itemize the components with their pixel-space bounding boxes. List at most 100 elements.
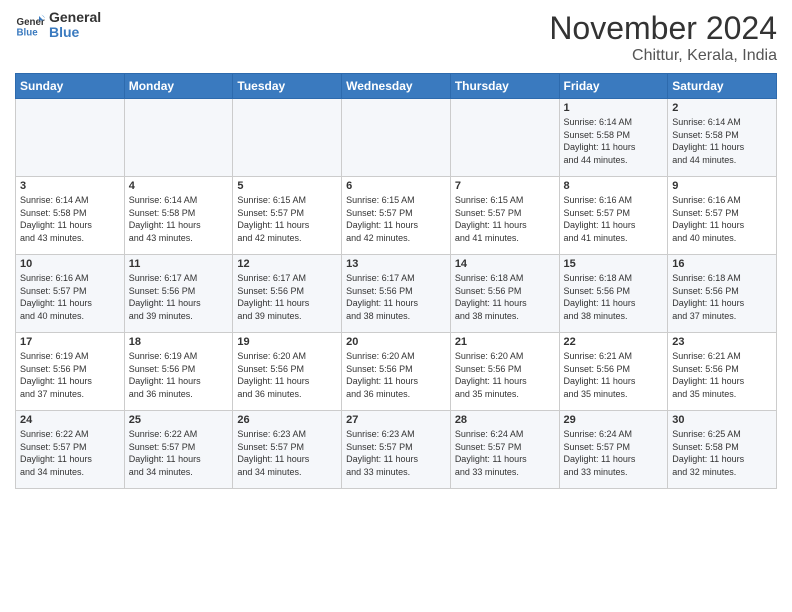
- day-number: 13: [346, 258, 446, 270]
- day-number: 30: [672, 414, 772, 426]
- logo-icon: General Blue: [15, 10, 45, 40]
- day-cell: 14Sunrise: 6:18 AMSunset: 5:56 PMDayligh…: [450, 255, 559, 333]
- day-info: Sunrise: 6:16 AMSunset: 5:57 PMDaylight:…: [564, 194, 664, 244]
- calendar-header: Sunday Monday Tuesday Wednesday Thursday…: [16, 74, 777, 99]
- calendar-table: Sunday Monday Tuesday Wednesday Thursday…: [15, 73, 777, 489]
- day-number: 14: [455, 258, 555, 270]
- day-info: Sunrise: 6:19 AMSunset: 5:56 PMDaylight:…: [20, 350, 120, 400]
- day-number: 28: [455, 414, 555, 426]
- day-cell: 9Sunrise: 6:16 AMSunset: 5:57 PMDaylight…: [668, 177, 777, 255]
- day-cell: 27 Sunrise: 6:23 AMSunset: 5:57 PMDayligh…: [342, 411, 451, 489]
- col-saturday: Saturday: [668, 74, 777, 99]
- day-cell: 25 Sunrise: 6:22 AMSunset: 5:57 PMDayligh…: [124, 411, 233, 489]
- header-row: Sunday Monday Tuesday Wednesday Thursday…: [16, 74, 777, 99]
- day-cell: [342, 99, 451, 177]
- day-number: 29: [564, 414, 664, 426]
- day-cell: 6Sunrise: 6:15 AMSunset: 5:57 PMDaylight…: [342, 177, 451, 255]
- day-cell: 20Sunrise: 6:20 AMSunset: 5:56 PMDayligh…: [342, 333, 451, 411]
- day-info: Sunrise: 6:17 AMSunset: 5:56 PMDaylight:…: [237, 272, 337, 322]
- day-info: Sunrise: 6:17 AMSunset: 5:56 PMDaylight:…: [129, 272, 229, 322]
- col-sunday: Sunday: [16, 74, 125, 99]
- day-number: 8: [564, 180, 664, 192]
- day-cell: 19 Sunrise: 6:20 AMSunset: 5:56 PMDayligh…: [233, 333, 342, 411]
- day-cell: 28 Sunrise: 6:24 AMSunset: 5:57 PMDayligh…: [450, 411, 559, 489]
- day-number: 26: [237, 414, 337, 426]
- week-row-3: 10 Sunrise: 6:16 AMSunset: 5:57 PMDayligh…: [16, 255, 777, 333]
- day-number: 6: [346, 180, 446, 192]
- day-cell: 16 Sunrise: 6:18 AMSunset: 5:56 PMDayligh…: [668, 255, 777, 333]
- day-info: Sunrise: 6:24 AMSunset: 5:57 PMDaylight:…: [455, 428, 555, 478]
- day-info: Sunrise: 6:21 AMSunset: 5:56 PMDaylight:…: [672, 350, 772, 400]
- day-info: Sunrise: 6:18 AMSunset: 5:56 PMDaylight:…: [672, 272, 772, 322]
- day-info: Sunrise: 6:14 AMSunset: 5:58 PMDaylight:…: [564, 116, 664, 166]
- day-number: 16: [672, 258, 772, 270]
- svg-text:Blue: Blue: [17, 28, 39, 39]
- day-number: 20: [346, 336, 446, 348]
- day-info: Sunrise: 6:25 AMSunset: 5:58 PMDaylight:…: [672, 428, 772, 478]
- day-info: Sunrise: 6:18 AMSunset: 5:56 PMDaylight:…: [564, 272, 664, 322]
- day-number: 11: [129, 258, 229, 270]
- day-cell: 12Sunrise: 6:17 AMSunset: 5:56 PMDayligh…: [233, 255, 342, 333]
- day-info: Sunrise: 6:16 AMSunset: 5:57 PMDaylight:…: [20, 272, 120, 322]
- day-number: 27: [346, 414, 446, 426]
- col-monday: Monday: [124, 74, 233, 99]
- col-wednesday: Wednesday: [342, 74, 451, 99]
- day-number: 7: [455, 180, 555, 192]
- day-cell: 13 Sunrise: 6:17 AMSunset: 5:56 PMDayligh…: [342, 255, 451, 333]
- day-cell: 17Sunrise: 6:19 AMSunset: 5:56 PMDayligh…: [16, 333, 125, 411]
- day-info: Sunrise: 6:17 AMSunset: 5:56 PMDaylight:…: [346, 272, 446, 322]
- day-number: 10: [20, 258, 120, 270]
- day-cell: 26 Sunrise: 6:23 AMSunset: 5:57 PMDayligh…: [233, 411, 342, 489]
- day-info: Sunrise: 6:22 AMSunset: 5:57 PMDaylight:…: [129, 428, 229, 478]
- day-cell: 21 Sunrise: 6:20 AMSunset: 5:56 PMDayligh…: [450, 333, 559, 411]
- day-cell: 3Sunrise: 6:14 AMSunset: 5:58 PMDaylight…: [16, 177, 125, 255]
- header: General Blue General Blue November 2024 …: [15, 10, 777, 65]
- col-tuesday: Tuesday: [233, 74, 342, 99]
- day-cell: 2 Sunrise: 6:14 AMSunset: 5:58 PMDaylight…: [668, 99, 777, 177]
- day-number: 19: [237, 336, 337, 348]
- day-number: 3: [20, 180, 120, 192]
- day-number: 22: [564, 336, 664, 348]
- day-info: Sunrise: 6:21 AMSunset: 5:56 PMDaylight:…: [564, 350, 664, 400]
- day-number: 9: [672, 180, 772, 192]
- day-info: Sunrise: 6:23 AMSunset: 5:57 PMDaylight:…: [237, 428, 337, 478]
- day-cell: 15Sunrise: 6:18 AMSunset: 5:56 PMDayligh…: [559, 255, 668, 333]
- day-info: Sunrise: 6:15 AMSunset: 5:57 PMDaylight:…: [237, 194, 337, 244]
- day-cell: 18 Sunrise: 6:19 AMSunset: 5:56 PMDayligh…: [124, 333, 233, 411]
- day-number: 18: [129, 336, 229, 348]
- week-row-1: 1 Sunrise: 6:14 AMSunset: 5:58 PMDaylight…: [16, 99, 777, 177]
- day-info: Sunrise: 6:14 AMSunset: 5:58 PMDaylight:…: [129, 194, 229, 244]
- day-info: Sunrise: 6:22 AMSunset: 5:57 PMDaylight:…: [20, 428, 120, 478]
- day-info: Sunrise: 6:14 AMSunset: 5:58 PMDaylight:…: [672, 116, 772, 166]
- logo-line2: Blue: [49, 25, 101, 40]
- calendar-body: 1 Sunrise: 6:14 AMSunset: 5:58 PMDaylight…: [16, 99, 777, 489]
- location: Chittur, Kerala, India: [549, 47, 777, 65]
- day-cell: [450, 99, 559, 177]
- day-number: 24: [20, 414, 120, 426]
- day-info: Sunrise: 6:23 AMSunset: 5:57 PMDaylight:…: [346, 428, 446, 478]
- day-number: 21: [455, 336, 555, 348]
- day-cell: 11 Sunrise: 6:17 AMSunset: 5:56 PMDayligh…: [124, 255, 233, 333]
- day-cell: 8 Sunrise: 6:16 AMSunset: 5:57 PMDaylight…: [559, 177, 668, 255]
- week-row-2: 3 Sunrise: 6:14 AMSunset: 5:58 PMDaylight…: [16, 177, 777, 255]
- day-info: Sunrise: 6:20 AMSunset: 5:56 PMDaylight:…: [237, 350, 337, 400]
- day-cell: 24 Sunrise: 6:22 AMSunset: 5:57 PMDayligh…: [16, 411, 125, 489]
- day-number: 2: [672, 102, 772, 114]
- day-number: 4: [129, 180, 229, 192]
- col-thursday: Thursday: [450, 74, 559, 99]
- week-row-4: 17Sunrise: 6:19 AMSunset: 5:56 PMDayligh…: [16, 333, 777, 411]
- day-info: Sunrise: 6:19 AMSunset: 5:56 PMDaylight:…: [129, 350, 229, 400]
- logo-line1: General: [49, 10, 101, 25]
- day-cell: 5 Sunrise: 6:15 AMSunset: 5:57 PMDaylight…: [233, 177, 342, 255]
- day-number: 25: [129, 414, 229, 426]
- day-number: 1: [564, 102, 664, 114]
- day-cell: [16, 99, 125, 177]
- day-cell: 30 Sunrise: 6:25 AMSunset: 5:58 PMDayligh…: [668, 411, 777, 489]
- month-title: November 2024: [549, 10, 777, 47]
- day-number: 5: [237, 180, 337, 192]
- day-cell: 22 Sunrise: 6:21 AMSunset: 5:56 PMDayligh…: [559, 333, 668, 411]
- page-container: General Blue General Blue November 2024 …: [0, 0, 792, 499]
- day-info: Sunrise: 6:24 AMSunset: 5:57 PMDaylight:…: [564, 428, 664, 478]
- day-cell: 1 Sunrise: 6:14 AMSunset: 5:58 PMDaylight…: [559, 99, 668, 177]
- day-info: Sunrise: 6:20 AMSunset: 5:56 PMDaylight:…: [455, 350, 555, 400]
